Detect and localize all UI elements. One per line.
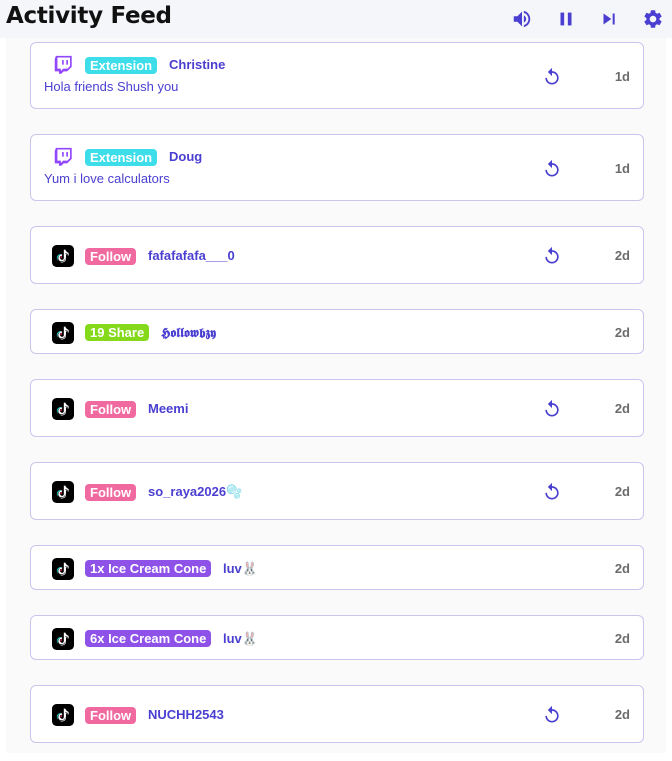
event-badge: Follow [85, 483, 137, 501]
twitch-icon [52, 146, 74, 168]
username: Doug [169, 149, 203, 164]
replay-icon [545, 159, 559, 176]
replay-button[interactable] [542, 159, 562, 179]
timestamp: 2d [614, 324, 630, 340]
tiktok-icon [52, 557, 74, 580]
tiktok-icon [52, 704, 74, 726]
replay-button[interactable] [542, 399, 562, 419]
timestamp: 2d [614, 707, 630, 722]
event-badge: Follow [85, 706, 137, 724]
replay-icon [545, 67, 559, 84]
twitch-icon [52, 54, 74, 76]
message-text: Hola friends Shush you [44, 79, 179, 94]
timestamp: 2d [614, 560, 630, 576]
replay-icon [545, 399, 559, 417]
feed-card: Follow fafafafafa___0 2d [30, 226, 644, 284]
tiktok-icon [52, 481, 74, 503]
feed-card: Extension Doug Yum i love calculators 1d [30, 134, 644, 201]
volume-button[interactable] [511, 8, 533, 30]
username: NUCHH2543 [148, 707, 224, 722]
skip-next-button[interactable] [598, 8, 620, 30]
replay-button[interactable] [542, 67, 562, 87]
event-badge: Follow [85, 247, 137, 265]
replay-icon [545, 482, 559, 500]
event-badge: 1x Ice Cream Cone [85, 560, 212, 577]
replay-icon [545, 705, 559, 723]
timestamp: 2d [614, 248, 630, 263]
timestamp: 1d [614, 68, 630, 84]
username: luv🐰 [223, 560, 258, 576]
pause-button[interactable] [555, 8, 577, 30]
feed-card: Follow NUCHH2543 2d [30, 685, 644, 743]
feed-card: 6x Ice Cream Cone luv🐰 2d [30, 615, 644, 660]
username: so_raya2026🫧 [148, 484, 243, 499]
gear-icon [644, 10, 662, 28]
timestamp: 2d [614, 484, 630, 499]
username: Christine [169, 57, 226, 72]
username: luv🐰 [223, 630, 258, 646]
twitch-icon [54, 147, 72, 166]
tiktok-icon [52, 481, 74, 503]
replay-button[interactable] [542, 705, 562, 725]
event-badge: Extension [85, 56, 158, 74]
username: Meemi [148, 401, 189, 416]
message-text: Yum i love calculators [44, 171, 170, 186]
tiktok-icon [52, 245, 74, 267]
feed-card: 1x Ice Cream Cone luv🐰 2d [30, 545, 644, 590]
tiktok-icon [52, 627, 74, 650]
feed-card: Follow Meemi 2d [30, 379, 644, 437]
volume-icon [513, 10, 531, 28]
event-badge: Extension [85, 148, 158, 166]
pause-icon [560, 12, 572, 26]
tiktok-icon [52, 704, 74, 726]
feed-card: Follow so_raya2026🫧 2d [30, 462, 644, 520]
feed-card: 19 Share 𝕳𝖔𝖑𝖑𝖔𝖜𝖇𝖟𝖞 2d [30, 309, 644, 354]
tiktok-icon [52, 398, 74, 420]
tiktok-icon [52, 321, 74, 344]
username: 𝕳𝖔𝖑𝖑𝖔𝖜𝖇𝖟𝖞 [161, 324, 217, 340]
timestamp: 1d [614, 160, 630, 176]
replay-icon [545, 246, 559, 264]
timestamp: 2d [614, 401, 630, 416]
page-title: Activity Feed [6, 3, 172, 29]
tiktok-icon [52, 398, 74, 420]
replay-button[interactable] [542, 246, 562, 266]
username: fafafafafa___0 [148, 248, 235, 263]
timestamp: 2d [614, 630, 630, 646]
tiktok-icon [52, 627, 74, 650]
event-badge: 6x Ice Cream Cone [85, 630, 212, 647]
settings-button[interactable] [642, 8, 664, 30]
tiktok-icon [52, 321, 74, 344]
twitch-icon [54, 55, 72, 74]
replay-button[interactable] [542, 482, 562, 502]
feed-card: Extension Christine Hola friends Shush you… [30, 42, 644, 109]
tiktok-icon [52, 557, 74, 580]
tiktok-icon [52, 245, 74, 267]
event-badge: Follow [85, 400, 137, 418]
header-bar: Activity Feed [0, 0, 672, 38]
event-badge: 19 Share [85, 324, 150, 341]
skip-next-icon [603, 13, 615, 25]
